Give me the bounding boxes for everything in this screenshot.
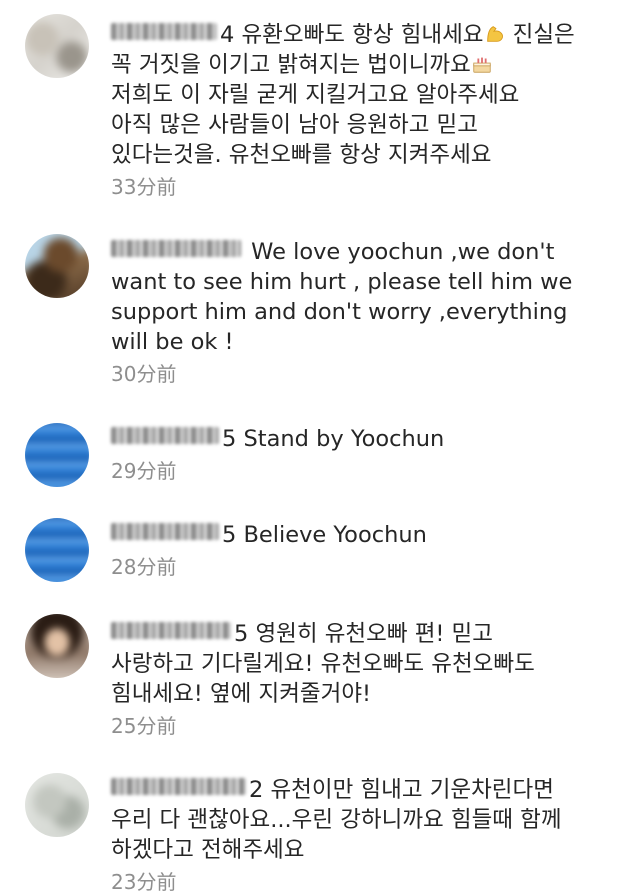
comment-text-line: 영원히 유천오빠 편! 믿고 — [255, 621, 493, 647]
comment-text-line: 저희도 이 자릴 굳게 지킬거고요 알아주세요 — [111, 82, 520, 108]
username[interactable] — [111, 778, 246, 795]
username-tail: 5 — [222, 522, 237, 548]
comment-text-line: Believe Yoochun — [243, 522, 427, 548]
avatar[interactable] — [25, 234, 89, 298]
comment-timestamp: 23分前 — [111, 870, 177, 894]
username-tail: 2 — [249, 777, 264, 803]
comment-timestamp: 25分前 — [111, 714, 177, 738]
comment-timestamp: 30分前 — [111, 362, 177, 386]
username-tail: 4 — [220, 22, 235, 48]
comment-text-line: 우리 다 괜찮아요...우린 강하니까요 힘들때 함께 — [111, 807, 562, 833]
username-tail: 5 — [234, 621, 249, 647]
username[interactable] — [111, 23, 217, 40]
comment-text-line: Stand by Yoochun — [243, 426, 445, 452]
avatar[interactable] — [25, 614, 89, 678]
username[interactable] — [111, 622, 231, 639]
cake-icon — [473, 57, 491, 73]
comment-text-line: 꼭 거짓을 이기고 밝혀지는 법이니까요 — [111, 52, 471, 78]
comment-timestamp: 28分前 — [111, 555, 177, 579]
comment-text-line: 진실은 — [512, 22, 575, 48]
comment-text-line: 유천이만 힘내고 기운차린다면 — [270, 777, 554, 803]
username[interactable] — [111, 523, 219, 540]
avatar[interactable] — [25, 518, 89, 582]
flexed-biceps-icon — [486, 26, 503, 42]
avatar[interactable] — [25, 773, 89, 837]
comment-text-line: 있다는것을. 유천오빠를 항상 지켜주세요 — [111, 142, 492, 168]
comment-text-line: will be ok ! — [111, 329, 234, 355]
comment-text-line: We love yoochun ,we don't — [251, 239, 555, 265]
username[interactable] — [111, 427, 219, 444]
comment-text-line: 사랑하고 기다릴게요! 유천오빠도 유천오빠도 — [111, 651, 535, 677]
comment-text-line: support him and don't worry ,everything — [111, 299, 568, 325]
comment-text-line: 아직 많은 사람들이 남아 응원하고 믿고 — [111, 112, 478, 138]
avatar[interactable] — [25, 423, 89, 487]
comment-timestamp: 33分前 — [111, 175, 177, 199]
username-tail: 5 — [222, 426, 237, 452]
username[interactable] — [111, 240, 241, 257]
comment-text-line: 힘내세요! 옆에 지켜줄거야! — [111, 681, 372, 707]
comment-timestamp: 29分前 — [111, 459, 177, 483]
comment-text-line: 유환오빠도 항상 힘내세요 — [241, 22, 484, 48]
comment-text-line: want to see him hurt , please tell him w… — [111, 269, 573, 295]
comment-text-line: 하겠다고 전해주세요 — [111, 837, 305, 863]
avatar[interactable] — [25, 14, 89, 78]
